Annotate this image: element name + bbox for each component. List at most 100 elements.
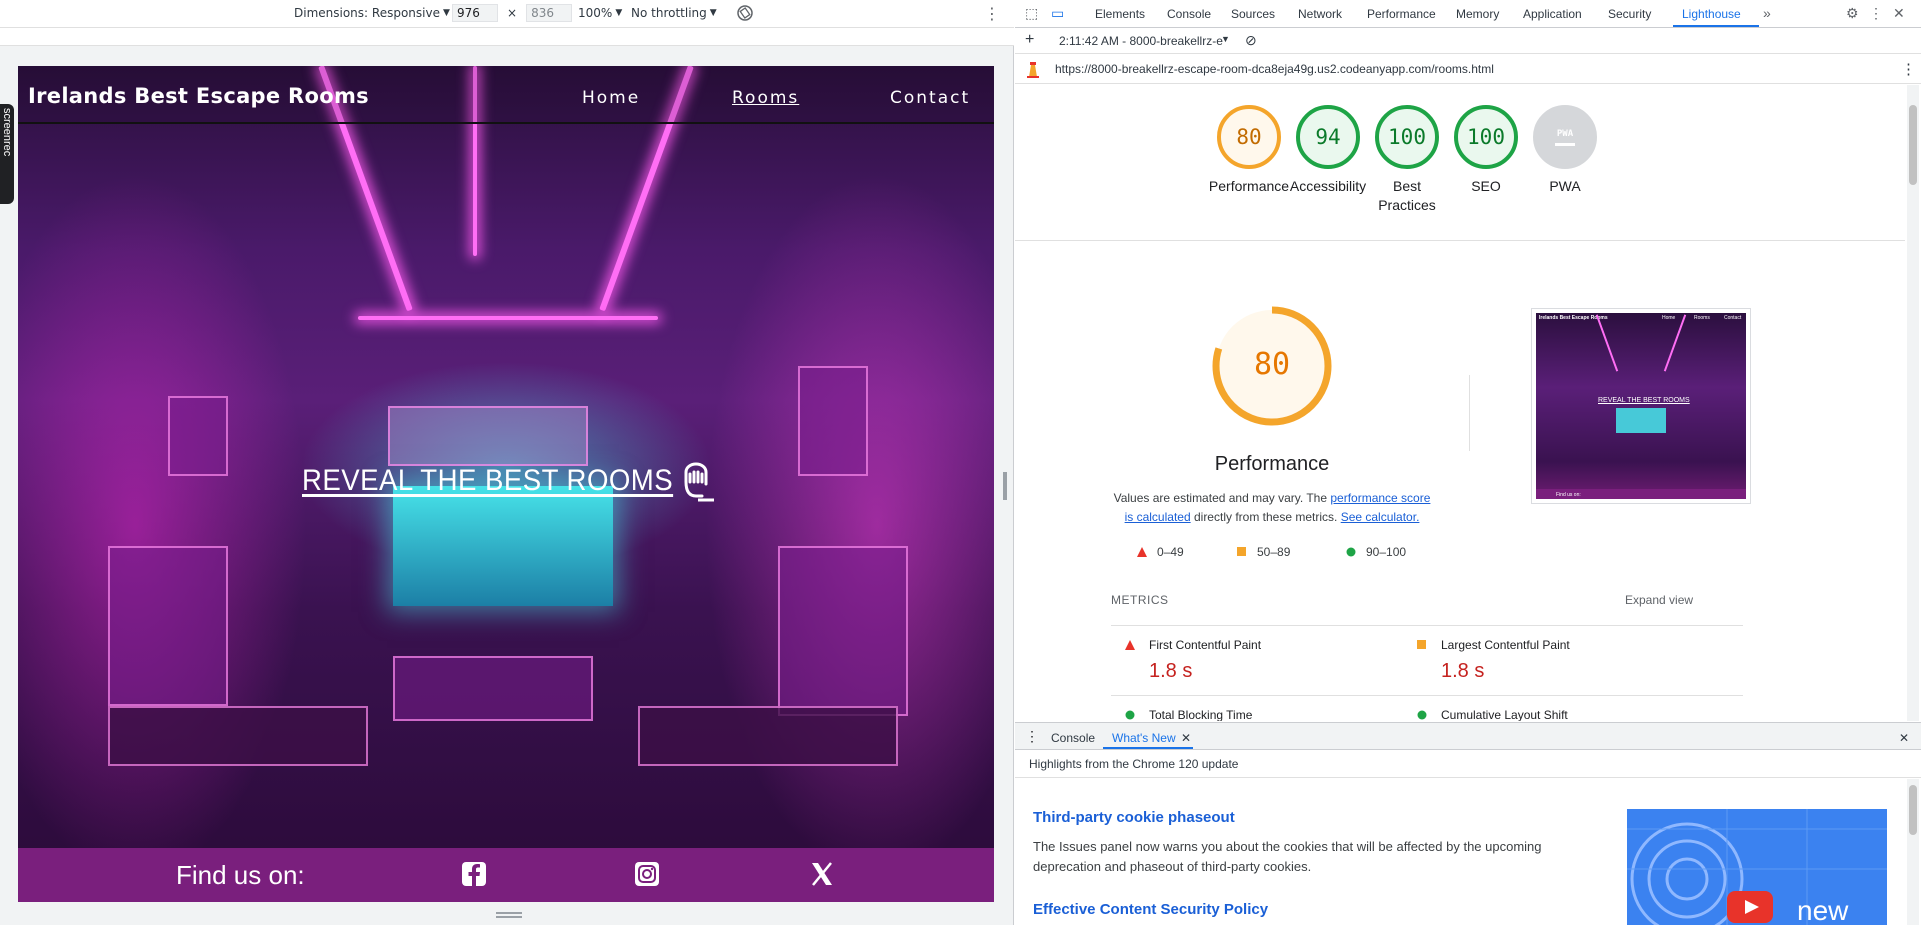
zoom-select[interactable]: 100% ▼ <box>578 6 622 20</box>
tab-network[interactable]: Network <box>1298 7 1342 21</box>
chevron-down-icon: ▼ <box>615 8 623 18</box>
close-icon[interactable]: ✕ <box>1893 5 1905 22</box>
close-drawer-icon[interactable]: ✕ <box>1899 731 1909 745</box>
metric-name: First Contentful Paint <box>1149 638 1262 652</box>
whats-new-item-body: The Issues panel now warns you about the… <box>1033 839 1542 874</box>
final-screenshot-thumbnail[interactable]: Irelands Best Escape Rooms Home Rooms Co… <box>1531 308 1751 504</box>
whats-new-item-title[interactable]: Effective Content Security Policy <box>1033 901 1268 918</box>
active-drawer-tab-indicator <box>1103 747 1193 749</box>
throttling-select[interactable]: No throttling ▼ <box>631 6 717 20</box>
facebook-icon[interactable] <box>460 860 488 888</box>
performance-description: Values are estimated and may vary. The p… <box>1110 489 1434 527</box>
devtools-panel: ⬚ ▭ Elements Console Sources Network Per… <box>1015 0 1921 925</box>
tab-console[interactable]: Console <box>1167 7 1211 21</box>
tab-performance[interactable]: Performance <box>1367 7 1436 21</box>
thumbnail-nav: Contact <box>1724 315 1742 321</box>
more-options-icon[interactable]: ⋮ <box>1901 60 1916 78</box>
tab-lighthouse[interactable]: Lighthouse <box>1682 7 1741 21</box>
whats-new-item-title[interactable]: Third-party cookie phaseout <box>1033 809 1235 826</box>
legend-label: 50–89 <box>1257 545 1291 559</box>
close-tab-icon[interactable]: ✕ <box>1181 731 1191 745</box>
section-divider <box>1015 240 1905 241</box>
legend-label: 0–49 <box>1157 545 1184 559</box>
bottom-resize-handle[interactable] <box>496 912 522 918</box>
dimensions-select[interactable]: Dimensions: Responsive ▼ <box>294 6 450 20</box>
clear-icon[interactable]: ⊘ <box>1245 32 1257 49</box>
tab-sources[interactable]: Sources <box>1231 7 1275 21</box>
site-navbar: Irelands Best Escape Rooms Home Rooms Co… <box>18 66 994 124</box>
nav-contact-link[interactable]: Contact <box>890 88 970 108</box>
more-options-icon[interactable]: ⋮ <box>1869 5 1883 22</box>
lighthouse-report: 80 Performance 94 Accessibility 100 Best Prac… <box>1015 85 1905 721</box>
gear-icon[interactable]: ⚙ <box>1846 5 1859 22</box>
times-sign: × <box>507 6 518 20</box>
see-calculator-link[interactable]: See calculator. <box>1341 510 1420 524</box>
inspect-element-icon[interactable]: ⬚ <box>1025 5 1038 22</box>
thumbnail-footer: Find us on: <box>1556 492 1581 498</box>
drawer-tab-console[interactable]: Console <box>1051 731 1095 745</box>
height-input[interactable]: 836 <box>526 4 573 22</box>
screenrec-badge: screenrec <box>0 104 14 204</box>
more-tabs-icon[interactable]: » <box>1763 5 1771 21</box>
device-toolbar-icon[interactable]: ▭ <box>1051 5 1064 22</box>
throttling-label: No throttling <box>631 6 707 20</box>
square-icon <box>1417 640 1426 649</box>
site-brand[interactable]: Irelands Best Escape Rooms <box>28 84 369 108</box>
metric-value: 1.8 s <box>1149 660 1193 682</box>
whats-new-header: Highlights from the Chrome 120 update <box>1015 750 1921 778</box>
tab-memory[interactable]: Memory <box>1456 7 1499 21</box>
legend-label: 90–100 <box>1366 545 1407 559</box>
scrollbar-thumb[interactable] <box>1909 105 1917 185</box>
drawer-menu-icon[interactable]: ⋮ <box>1025 728 1039 745</box>
drawer-scrollbar[interactable] <box>1907 779 1919 925</box>
active-tab-indicator <box>1673 25 1759 27</box>
performance-score: 80 <box>1253 347 1291 382</box>
desc-text: Values are estimated and may vary. The <box>1113 491 1331 505</box>
score-circle: 94 <box>1296 105 1360 169</box>
drawer-tab-whats-new[interactable]: What's New <box>1112 731 1176 745</box>
nav-home-link[interactable]: Home <box>582 88 640 108</box>
tab-elements[interactable]: Elements <box>1095 7 1145 21</box>
pwa-dash <box>1555 142 1575 146</box>
square-icon <box>1237 547 1246 556</box>
side-resize-handle[interactable] <box>1003 472 1007 500</box>
legend-pass: 90–100 <box>1346 545 1406 559</box>
metric-name: Cumulative Layout Shift <box>1441 708 1568 721</box>
report-select[interactable]: 2:11:42 AM - 8000-breakellrz-e <box>1059 34 1223 48</box>
x-icon[interactable] <box>808 860 836 888</box>
score-circle: 80 <box>1217 105 1281 169</box>
metric-cumulative-layout-shift: Cumulative Layout Shift <box>1403 695 1743 721</box>
device-mode-pane: Dimensions: Responsive ▼ 976 × 836 100% … <box>0 0 1014 925</box>
chevron-down-icon[interactable]: ▼ <box>1221 34 1230 44</box>
triangle-icon <box>1137 547 1147 557</box>
plus-icon[interactable]: + <box>1025 31 1034 49</box>
metric-largest-contentful-paint: Largest Contentful Paint 1.8 s <box>1403 625 1743 689</box>
scrollbar-thumb[interactable] <box>1909 785 1917 835</box>
rotate-icon[interactable] <box>736 4 754 22</box>
score-gauge-pwa[interactable]: PWA PWA <box>1515 105 1615 196</box>
reveal-rooms-link[interactable]: REVEAL THE BEST ROOMS <box>302 464 673 498</box>
devtools-tab-bar: ⬚ ▭ Elements Console Sources Network Per… <box>1015 0 1921 28</box>
site-footer: Find us on: <box>18 848 994 902</box>
tab-application[interactable]: Application <box>1523 7 1582 21</box>
width-input[interactable]: 976 <box>452 4 498 22</box>
triangle-icon <box>1125 640 1135 650</box>
report-scrollbar[interactable] <box>1907 85 1919 721</box>
legend-average: 50–89 <box>1237 545 1290 559</box>
instagram-icon[interactable] <box>633 860 661 888</box>
tab-security[interactable]: Security <box>1608 7 1651 21</box>
metric-first-contentful-paint: First Contentful Paint 1.8 s <box>1111 625 1451 689</box>
expand-view-button[interactable]: Expand view <box>1625 593 1693 607</box>
vertical-divider <box>1469 375 1470 451</box>
thumbnail-image: Irelands Best Escape Rooms Home Rooms Co… <box>1536 313 1746 499</box>
score-circle: 100 <box>1454 105 1518 169</box>
report-url[interactable]: https://8000-breakellrz-escape-room-dca8… <box>1055 62 1494 76</box>
more-options-icon[interactable]: ⋮ <box>984 4 1000 23</box>
metric-value: 1.8 s <box>1441 660 1485 682</box>
circle-icon <box>1125 710 1135 720</box>
whats-new-video-thumbnail[interactable]: new <box>1627 809 1887 925</box>
pointing-hand-icon <box>684 462 714 502</box>
nav-rooms-link[interactable]: Rooms <box>732 88 799 108</box>
chevron-down-icon: ▼ <box>709 8 717 18</box>
youtube-play-icon[interactable] <box>1727 891 1773 923</box>
